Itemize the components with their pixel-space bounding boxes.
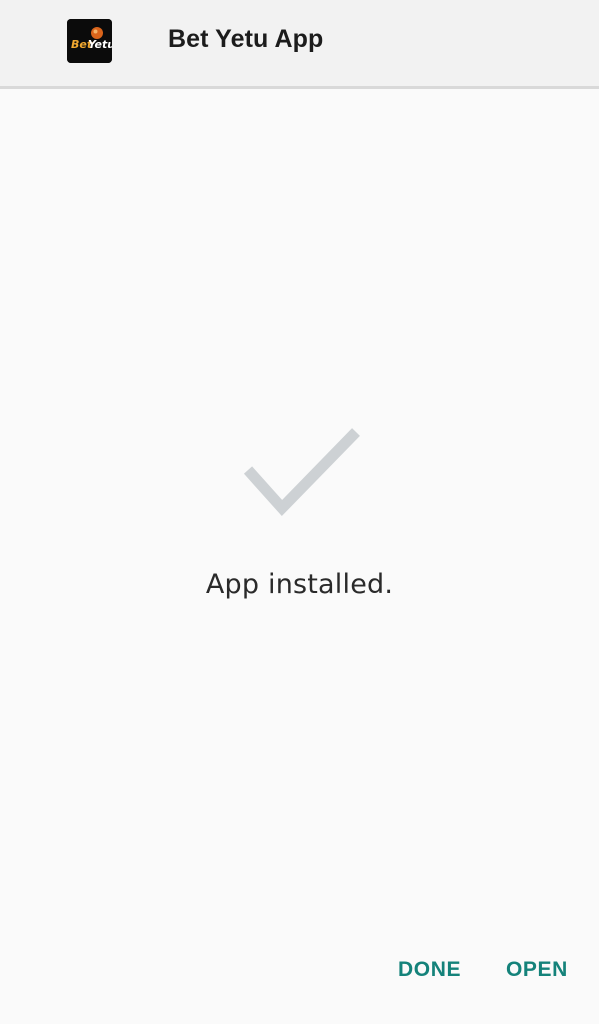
app-title: Bet Yetu App: [168, 25, 324, 53]
done-button[interactable]: DONE: [398, 956, 461, 984]
app-logo-icon: Bet Yetu: [67, 19, 112, 63]
bet-yetu-logo: Bet Yetu: [67, 19, 112, 63]
open-button[interactable]: OPEN: [506, 956, 568, 984]
checkmark-icon: [244, 428, 360, 517]
svg-text:Yetu: Yetu: [88, 38, 112, 51]
install-status-message: App installed.: [205, 569, 394, 600]
app-header: Bet Yetu Bet Yetu App: [0, 0, 599, 89]
